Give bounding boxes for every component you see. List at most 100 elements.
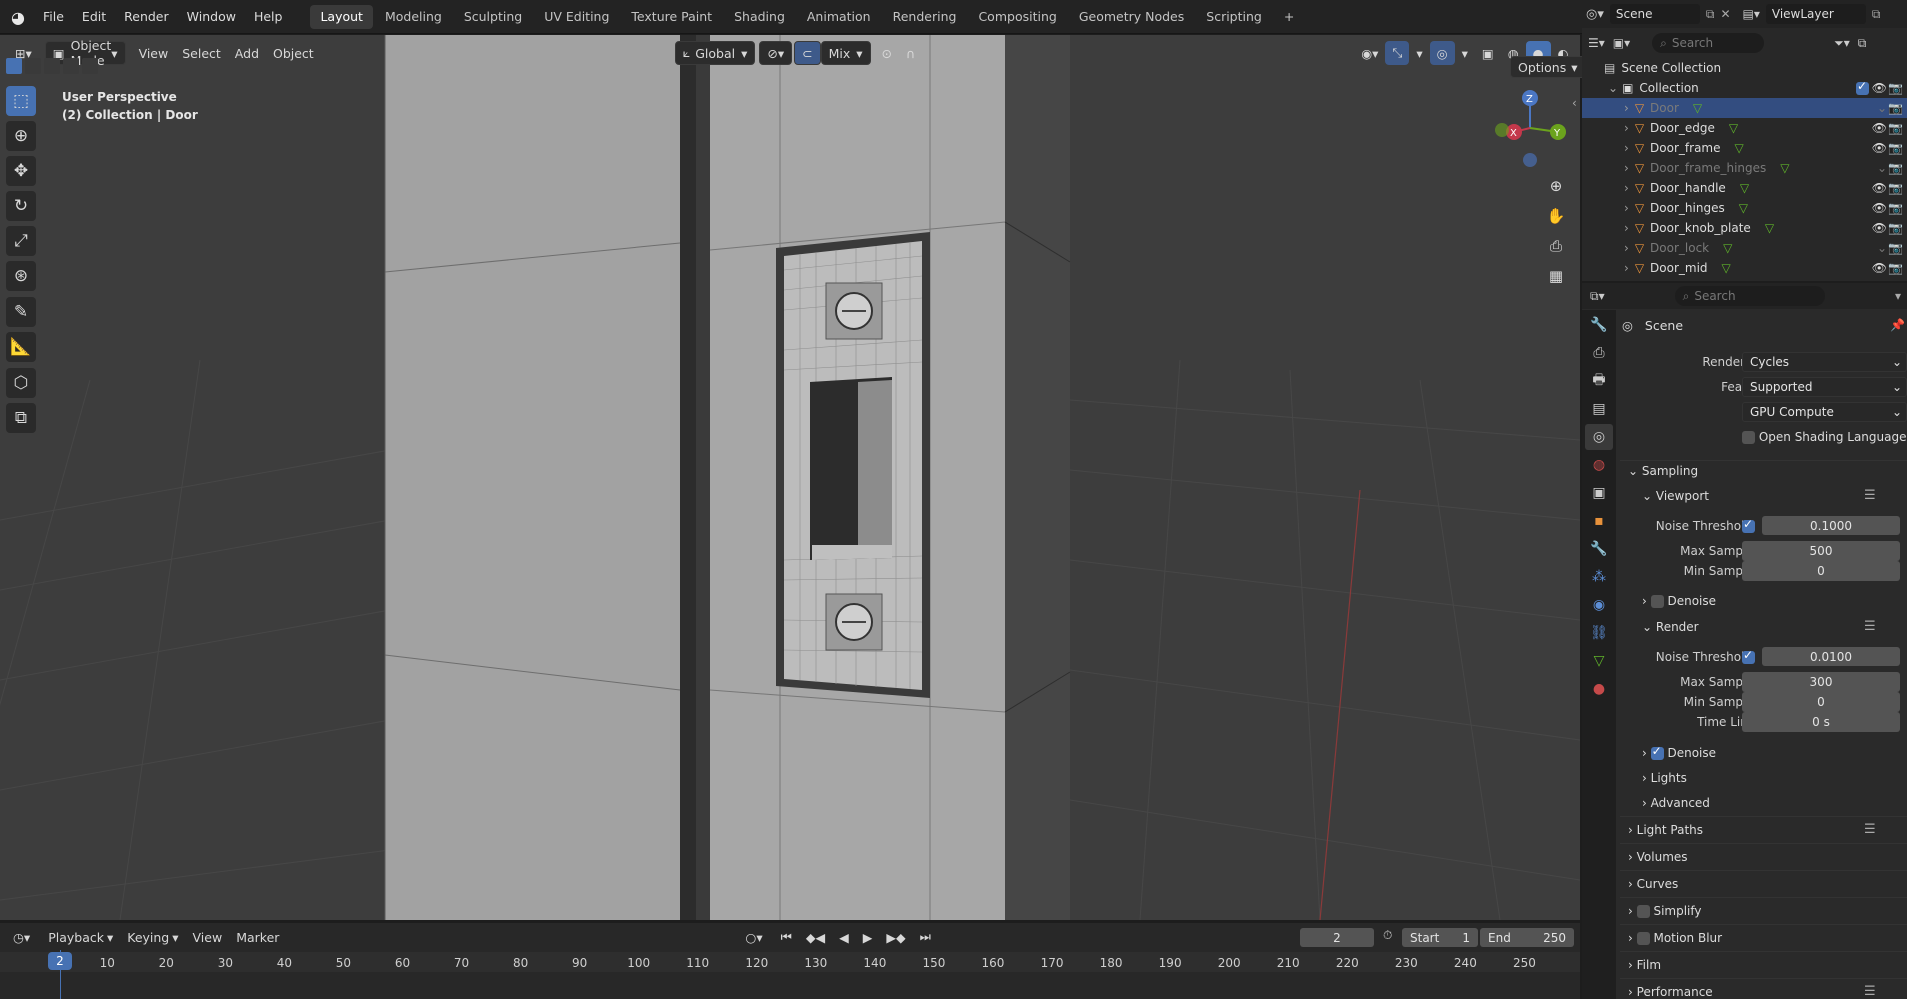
eye-icon[interactable]: ⌄: [1877, 241, 1887, 255]
camera-icon[interactable]: 📷: [1888, 81, 1903, 95]
outliner-item[interactable]: › ▽ Door_mid ▽ 👁 📷: [1582, 258, 1907, 278]
device-dropdown[interactable]: GPU Compute ⌄: [1742, 402, 1907, 422]
keying-menu[interactable]: Keying ▾: [120, 925, 185, 949]
jump-start-icon[interactable]: ⏮: [774, 925, 799, 949]
r-noise-threshold-field[interactable]: 0.0100: [1762, 647, 1900, 666]
chevron-right-icon[interactable]: ›: [1624, 141, 1629, 155]
select-new-icon[interactable]: [6, 58, 22, 74]
eye-icon[interactable]: 👁: [1872, 201, 1887, 215]
eye-icon[interactable]: 👁: [1872, 221, 1887, 235]
tab-shading[interactable]: Shading: [724, 5, 795, 29]
select-extend-icon[interactable]: [25, 58, 41, 74]
tab-sculpting[interactable]: Sculpting: [454, 5, 532, 29]
transform-orientation-dropdown[interactable]: ⟀ Global ▾: [674, 41, 756, 65]
osl-option[interactable]: Open Shading Language: [1742, 430, 1906, 444]
tab-modeling[interactable]: Modeling: [375, 5, 452, 29]
properties-search[interactable]: ⌕ Search: [1674, 286, 1825, 306]
menu-select[interactable]: Select: [175, 41, 228, 65]
view-layer-icon[interactable]: ▤▾: [1743, 7, 1760, 21]
menu-edit[interactable]: Edit: [73, 0, 115, 34]
jump-end-icon[interactable]: ⏭: [913, 925, 938, 949]
performance-panel[interactable]: › Performance: [1628, 985, 1713, 999]
modifier-tab-icon[interactable]: 🔧: [1585, 536, 1613, 562]
timeline-editor-icon[interactable]: ◷▾: [6, 925, 37, 949]
scene-icon[interactable]: ◎▾: [1586, 7, 1604, 22]
visibility-icon[interactable]: ◉▾: [1354, 41, 1385, 65]
scale-tool-icon[interactable]: ⤢: [6, 226, 36, 256]
menu-view[interactable]: View: [132, 41, 176, 65]
new-view-layer-icon[interactable]: ⧉: [1872, 7, 1881, 22]
eye-icon[interactable]: ⌄: [1877, 101, 1887, 115]
tab-geometry-nodes[interactable]: Geometry Nodes: [1069, 5, 1194, 29]
tab-compositing[interactable]: Compositing: [968, 5, 1066, 29]
play-icon[interactable]: ▶: [856, 925, 880, 949]
mesh-data-icon[interactable]: ▽: [1739, 201, 1748, 215]
render-tab-icon[interactable]: ⎙: [1585, 340, 1613, 366]
world-tab-icon[interactable]: ◍: [1585, 452, 1613, 478]
vp-denoise-checkbox[interactable]: [1650, 595, 1664, 608]
snap-mode-dropdown[interactable]: Mix ▾: [820, 41, 871, 65]
ortho-grid-icon[interactable]: ▦: [1542, 262, 1570, 290]
mesh-data-icon[interactable]: ▽: [1729, 121, 1738, 135]
chevron-right-icon[interactable]: ›: [1624, 121, 1629, 135]
proportional-edit-icon[interactable]: ⊙: [875, 41, 899, 65]
start-frame-field[interactable]: Start 1: [1402, 928, 1478, 947]
add-cube-tool-icon[interactable]: ⬡: [6, 368, 36, 398]
outliner-item[interactable]: › ▽ Door_knob_plate ▽ 👁 📷: [1582, 218, 1907, 238]
simplify-panel[interactable]: › Simplify: [1628, 904, 1702, 918]
falloff-icon[interactable]: ∩: [899, 41, 922, 65]
mesh-data-icon[interactable]: ▽: [1723, 241, 1732, 255]
view-layer-selector[interactable]: ViewLayer: [1765, 4, 1866, 24]
motion-blur-checkbox[interactable]: [1636, 932, 1650, 945]
r-max-samples-field[interactable]: 300: [1742, 672, 1900, 692]
end-frame-field[interactable]: End 250: [1480, 928, 1574, 947]
advanced-subpanel[interactable]: › Advanced: [1642, 796, 1710, 810]
particles-tab-icon[interactable]: ⁂: [1585, 564, 1613, 590]
stopwatch-icon[interactable]: ⏱: [1383, 928, 1392, 943]
render-presets-list-icon[interactable]: ☰: [1864, 619, 1876, 634]
vp-noise-threshold-checkbox[interactable]: [1742, 517, 1755, 533]
collection-checkbox[interactable]: [1856, 79, 1869, 95]
r-denoise-checkbox[interactable]: [1650, 744, 1664, 760]
gizmo-toggle-icon[interactable]: ⤡: [1385, 41, 1410, 65]
prev-keyframe-icon[interactable]: ◆◀: [799, 925, 832, 949]
camera-icon[interactable]: 📷: [1888, 241, 1903, 255]
options-dropdown[interactable]: Options ▾: [1510, 56, 1586, 78]
menu-add[interactable]: Add: [228, 41, 266, 65]
feature-set-dropdown[interactable]: Supported ⌄: [1742, 377, 1907, 397]
tab-layout[interactable]: Layout: [310, 5, 373, 29]
collection-tab-icon[interactable]: ▣: [1585, 480, 1613, 506]
vp-denoise-subpanel[interactable]: › Denoise: [1642, 594, 1716, 608]
osl-checkbox[interactable]: [1742, 431, 1755, 444]
chevron-right-icon[interactable]: ›: [1624, 221, 1629, 235]
eye-icon[interactable]: 👁: [1872, 261, 1887, 275]
curves-panel[interactable]: › Curves: [1628, 877, 1678, 891]
outliner-search[interactable]: ⌕ Search: [1652, 33, 1765, 53]
mesh-data-icon[interactable]: ▽: [1693, 101, 1702, 115]
overlay-dropdown[interactable]: ▾: [1455, 41, 1475, 65]
playhead[interactable]: 2: [48, 952, 72, 970]
pin-icon[interactable]: 📌: [1890, 318, 1905, 332]
menu-render[interactable]: Render: [115, 0, 178, 34]
overlay-toggle-icon[interactable]: ◎: [1429, 41, 1455, 65]
pan-hand-icon[interactable]: ✋: [1542, 202, 1570, 230]
outliner-item[interactable]: › ▽ Door_hinges ▽ 👁 📷: [1582, 198, 1907, 218]
chevron-right-icon[interactable]: ›: [1624, 261, 1629, 275]
camera-icon[interactable]: 📷: [1888, 141, 1903, 155]
rotate-tool-icon[interactable]: ↻: [6, 191, 36, 221]
vp-max-samples-field[interactable]: 500: [1742, 541, 1900, 561]
blender-logo-icon[interactable]: ◕: [8, 7, 28, 27]
next-keyframe-icon[interactable]: ▶◆: [879, 925, 912, 949]
outliner-item[interactable]: › ▽ Door_frame_hinges ▽ ⌄ 📷: [1582, 158, 1907, 178]
r-noise-threshold-checkbox[interactable]: [1742, 648, 1755, 664]
select-subtract-icon[interactable]: [44, 58, 60, 74]
viewport-subpanel-header[interactable]: ⌄ Viewport: [1642, 489, 1709, 503]
filter-icon[interactable]: ⏷▾: [1834, 36, 1850, 51]
add-workspace-button[interactable]: +: [1274, 5, 1304, 29]
sampling-panel-header[interactable]: ⌄ Sampling: [1628, 464, 1698, 478]
new-scene-icon[interactable]: ⧉: [1706, 7, 1715, 22]
output-tab-icon[interactable]: 🖶: [1585, 368, 1613, 394]
volumes-panel[interactable]: › Volumes: [1628, 850, 1688, 864]
camera-icon[interactable]: 📷: [1888, 161, 1903, 175]
navigation-gizmo[interactable]: Z Y X: [1490, 88, 1570, 168]
